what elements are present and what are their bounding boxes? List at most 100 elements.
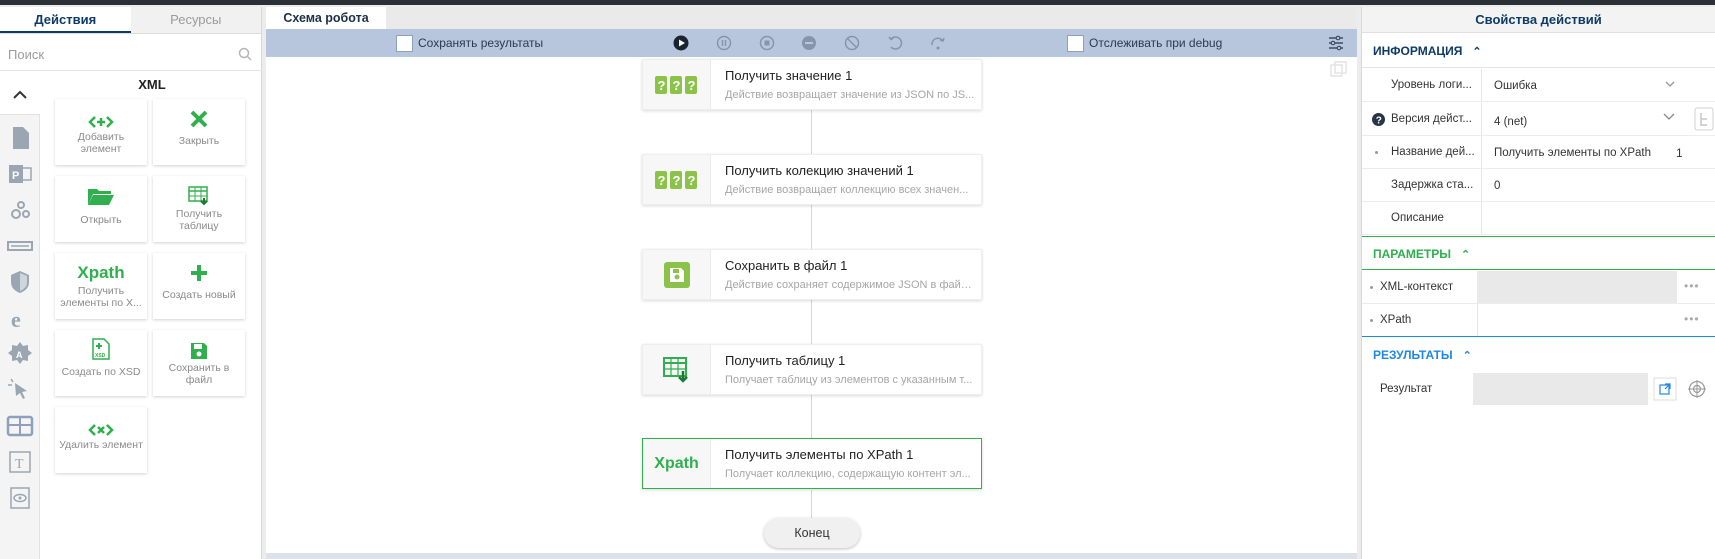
settings-category-icon[interactable]: [5, 195, 35, 225]
minus-circle-icon[interactable]: [801, 35, 817, 51]
flow-node-get-table[interactable]: Получить таблицу 1 Получает таблицу из э…: [642, 344, 982, 395]
prop-label: XPath: [1380, 314, 1412, 326]
panel-title: Свойства действий: [1362, 7, 1715, 33]
tile-label: Создать новый: [162, 289, 236, 301]
target-icon[interactable]: [1688, 380, 1706, 398]
document-category-icon[interactable]: [5, 123, 35, 153]
cursor-category-icon[interactable]: [5, 375, 35, 405]
connector-line: [811, 490, 812, 520]
table-category-icon[interactable]: [5, 411, 35, 441]
tile-save-file[interactable]: Сохранить в файл: [153, 330, 245, 396]
tile-label: Открыть: [80, 214, 122, 226]
node-title: Получить значение 1: [725, 68, 853, 83]
more-options-icon[interactable]: •••: [1684, 312, 1700, 326]
shield-category-icon[interactable]: [5, 267, 35, 297]
chevron-up-icon: [13, 90, 27, 99]
prop-row-version: ? Версия дейст... 4 (net): [1362, 103, 1715, 136]
chevron-up-icon: ⌃: [1472, 46, 1482, 58]
tile-delete-element[interactable]: Удалить элемент: [55, 407, 147, 473]
required-dot: [1370, 286, 1373, 289]
more-options-icon[interactable]: •••: [1684, 279, 1700, 293]
tab-resources[interactable]: Ресурсы: [130, 7, 261, 33]
tab-actions[interactable]: Действия: [0, 7, 131, 33]
tile-create-new[interactable]: Создать новый: [153, 253, 245, 319]
flow-node-get-collection[interactable]: ??? Получить колекцию значений 1 Действи…: [642, 154, 982, 205]
svg-text:?: ?: [687, 173, 695, 188]
svg-text:?: ?: [657, 78, 665, 93]
section-info-header[interactable]: ИНФОРМАЦИЯ ⌃: [1362, 34, 1715, 68]
section-params-header[interactable]: ПАРАМЕТРЫ ⌃: [1362, 236, 1715, 270]
canvas-scrollbar[interactable]: [266, 553, 1357, 559]
result-field[interactable]: [1473, 373, 1648, 405]
copy-icon[interactable]: [1330, 61, 1348, 77]
prop-row-delay: Задержка ста... 0: [1362, 169, 1715, 202]
section-results-header[interactable]: РЕЗУЛЬТАТЫ ⌃: [1362, 338, 1715, 372]
action-name-field[interactable]: Получить элементы по XPath: [1481, 136, 1656, 168]
settings-sliders-icon[interactable]: [1328, 35, 1344, 51]
left-tabs: Действия Ресурсы: [0, 7, 261, 34]
description-field[interactable]: [1481, 202, 1691, 234]
browser-category-icon[interactable]: e: [5, 303, 35, 333]
required-dot: [1370, 319, 1373, 322]
tile-close[interactable]: Закрыть: [153, 99, 245, 165]
end-node[interactable]: Конец: [764, 518, 860, 548]
tile-get-table[interactable]: Получить таблицу: [153, 176, 245, 242]
prop-label: XML-контекст: [1380, 281, 1454, 293]
floppy-save-icon: [663, 261, 690, 288]
text-category-icon[interactable]: T: [5, 447, 35, 477]
folder-open-icon: [88, 189, 114, 205]
flow-node-save-file[interactable]: Сохранить в файл 1 Действие сохраняет со…: [642, 249, 982, 300]
tile-create-xsd[interactable]: XSD Создать по XSD: [55, 330, 147, 396]
tile-label: Удалить элемент: [59, 439, 143, 451]
log-level-select[interactable]: Ошибка: [1481, 69, 1691, 101]
search-input[interactable]: Поиск: [0, 37, 262, 71]
field-value: Получить элементы по XPath: [1494, 147, 1651, 159]
tile-label: Получить таблицу: [175, 208, 223, 232]
svg-text:A: A: [16, 350, 23, 360]
open-external-icon[interactable]: [1653, 377, 1677, 401]
tile-label: Создать по XSD: [61, 366, 141, 378]
xml-context-field[interactable]: [1477, 271, 1677, 303]
node-title: Сохранить в файл 1: [725, 258, 848, 273]
flow-node-get-value[interactable]: ??? Получить значение 1 Действие возвращ…: [642, 59, 982, 110]
step-over-icon[interactable]: [930, 35, 946, 51]
actions-panel: Действия Ресурсы Поиск P e A T XML Добав…: [0, 7, 262, 559]
xpath-field[interactable]: [1477, 304, 1677, 336]
delay-field[interactable]: 0: [1481, 169, 1691, 201]
preview-category-icon[interactable]: [5, 483, 35, 513]
center-tabs: Схема робота: [266, 7, 1356, 29]
tile-open[interactable]: Открыть: [55, 176, 147, 242]
tile-add-element[interactable]: Добавить элемент: [55, 99, 147, 165]
step-back-icon[interactable]: [887, 35, 903, 51]
select-value: 4 (net): [1494, 116, 1528, 128]
help-icon[interactable]: ?: [1372, 113, 1385, 126]
save-results-checkbox[interactable]: [396, 35, 413, 52]
stop-icon[interactable]: [759, 35, 775, 51]
prop-label: Результат: [1380, 383, 1433, 395]
track-debug-label: Отслеживать при debug: [1089, 36, 1223, 50]
node-title: Получить колекцию значений 1: [725, 163, 914, 178]
svg-text:e: e: [11, 307, 21, 332]
connector-line: [811, 205, 812, 251]
track-debug-checkbox[interactable]: [1067, 35, 1084, 52]
svg-text:XSD: XSD: [95, 353, 106, 359]
node-description: Действие возвращает значение из JSON по …: [725, 89, 975, 101]
tile-label: Добавить элемент: [77, 131, 125, 155]
prop-label: Описание: [1391, 212, 1444, 224]
xpath-text-icon: Xpath: [654, 454, 699, 472]
schema-link-icon[interactable]: [1694, 107, 1714, 131]
pause-icon[interactable]: [716, 35, 732, 51]
play-icon[interactable]: [673, 35, 689, 51]
flow-node-get-xpath[interactable]: Xpath Получить элементы по XPath 1 Получ…: [642, 438, 982, 489]
tab-robot-scheme[interactable]: Схема робота: [266, 7, 386, 29]
prop-row-action-name: Название дей... Получить элементы по XPa…: [1362, 136, 1715, 169]
automation-category-icon[interactable]: A: [5, 339, 35, 369]
powerpoint-category-icon[interactable]: P: [5, 159, 35, 189]
version-select[interactable]: 4 (net): [1481, 103, 1691, 135]
table-download-icon: [188, 186, 208, 206]
rail-collapse-button[interactable]: [0, 75, 40, 115]
keyboard-category-icon[interactable]: [5, 231, 35, 261]
disable-icon[interactable]: [844, 35, 860, 51]
tile-get-xpath[interactable]: Xpath Получить элементы по X...: [55, 253, 147, 319]
scheme-canvas[interactable]: ??? Получить значение 1 Действие возвращ…: [266, 57, 1357, 553]
